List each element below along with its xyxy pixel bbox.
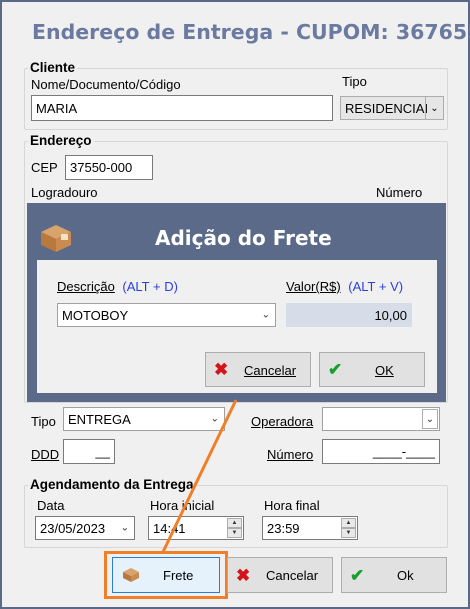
nome-label: Nome/Documento/Código bbox=[31, 77, 181, 92]
chevron-down-icon[interactable]: ⌄ bbox=[262, 310, 270, 321]
cep-input[interactable]: 37550-000 bbox=[65, 155, 153, 180]
check-icon: ✔ bbox=[328, 360, 343, 379]
modal-ok-label: OK bbox=[375, 363, 394, 378]
spin-up-icon[interactable]: ▲ bbox=[341, 518, 356, 528]
chevron-down-icon[interactable]: ⌄ bbox=[422, 409, 438, 429]
data-picker[interactable]: 23/05/2023 ⌄ bbox=[35, 516, 135, 540]
agendamento-group-title: Agendamento da Entrega bbox=[28, 477, 196, 492]
descricao-select[interactable]: MOTOBOY ⌄ bbox=[57, 303, 276, 327]
chevron-down-icon[interactable]: ⌄ bbox=[121, 523, 129, 534]
hora-final-input[interactable]: 23:59 ▲ ▼ bbox=[262, 516, 358, 540]
box-icon bbox=[122, 567, 140, 583]
chevron-down-icon[interactable]: ⌄ bbox=[211, 414, 219, 425]
ok-button[interactable]: ✔ Ok bbox=[341, 557, 447, 593]
endereco-group-title: Endereço bbox=[28, 133, 94, 148]
spin-down-icon[interactable]: ▼ bbox=[227, 528, 242, 538]
telefone-input[interactable]: ____-____ bbox=[322, 439, 440, 464]
cancel-label: Cancelar bbox=[266, 568, 319, 583]
hora-inicial-spinner[interactable]: ▲ ▼ bbox=[227, 518, 242, 538]
data-value: 23/05/2023 bbox=[40, 520, 106, 536]
title-bar: Endereço de Entrega - CUPOM: 367655 bbox=[2, 2, 470, 58]
x-icon: ✖ bbox=[236, 566, 251, 585]
cliente-group-title: Cliente bbox=[28, 60, 78, 75]
chevron-down-icon[interactable]: ⌄ bbox=[425, 97, 443, 119]
tipo-cliente-select[interactable]: RESIDENCIAI ⌄ bbox=[340, 96, 444, 120]
frete-dialog-body: Descrição (ALT + D) MOTOBOY ⌄ Valor(R$) … bbox=[37, 260, 437, 393]
frete-button[interactable]: Frete bbox=[112, 557, 220, 593]
hora-final-spinner[interactable]: ▲ ▼ bbox=[341, 518, 356, 538]
modal-ok-button[interactable]: ✔ OK bbox=[319, 352, 425, 387]
tipo-contato-label: Tipo bbox=[31, 414, 56, 429]
hora-inicial-value: 14:41 bbox=[153, 520, 186, 536]
ok-label: Ok bbox=[397, 568, 414, 583]
ddd-input[interactable]: __ bbox=[63, 439, 115, 464]
window-title: Endereço de Entrega - CUPOM: 367655 bbox=[32, 20, 470, 44]
frete-dialog: Adição do Frete Descrição (ALT + D) MOTO… bbox=[27, 203, 446, 402]
hora-inicial-label: Hora inicial bbox=[150, 498, 215, 513]
delivery-address-window: Endereço de Entrega - CUPOM: 367655 Clie… bbox=[0, 0, 470, 609]
hora-final-value: 23:59 bbox=[267, 520, 300, 536]
descricao-value: MOTOBOY bbox=[62, 307, 129, 323]
valor-shortcut: (ALT + V) bbox=[348, 279, 404, 294]
endereco-numero-label: Número bbox=[376, 185, 423, 200]
data-label: Data bbox=[37, 498, 65, 513]
descricao-label: Descrição (ALT + D) bbox=[57, 279, 178, 294]
check-icon: ✔ bbox=[350, 566, 365, 585]
tipo-cliente-label: Tipo bbox=[342, 74, 367, 89]
box-icon bbox=[39, 223, 73, 253]
valor-label: Valor(R$) (ALT + V) bbox=[286, 279, 404, 294]
tipo-contato-select[interactable]: ENTREGA ⌄ bbox=[63, 407, 225, 431]
spin-down-icon[interactable]: ▼ bbox=[341, 528, 356, 538]
spin-up-icon[interactable]: ▲ bbox=[227, 518, 242, 528]
cancel-button[interactable]: ✖ Cancelar bbox=[227, 557, 333, 593]
hora-final-label: Hora final bbox=[264, 498, 320, 513]
descricao-shortcut: (ALT + D) bbox=[122, 279, 178, 294]
tipo-contato-value: ENTREGA bbox=[68, 411, 131, 427]
operadora-select[interactable]: ⌄ bbox=[322, 407, 440, 431]
modal-cancel-label: Cancelar bbox=[244, 363, 297, 378]
ddd-label: DDD bbox=[31, 447, 60, 462]
frete-label: Frete bbox=[163, 568, 194, 583]
hora-inicial-input[interactable]: 14:41 ▲ ▼ bbox=[148, 516, 244, 540]
nome-input[interactable]: MARIA bbox=[31, 95, 333, 121]
cep-label: CEP bbox=[31, 160, 58, 175]
logradouro-label: Logradouro bbox=[31, 185, 98, 200]
frete-dialog-title: Adição do Frete bbox=[155, 226, 332, 250]
modal-cancel-button[interactable]: ✖ Cancelar bbox=[205, 352, 311, 387]
tipo-cliente-value: RESIDENCIAI bbox=[345, 100, 429, 116]
x-icon: ✖ bbox=[214, 360, 229, 379]
valor-input[interactable]: 10,00 bbox=[286, 303, 412, 327]
contato-numero-label: Número bbox=[267, 447, 314, 462]
operadora-label: Operadora bbox=[251, 414, 314, 429]
